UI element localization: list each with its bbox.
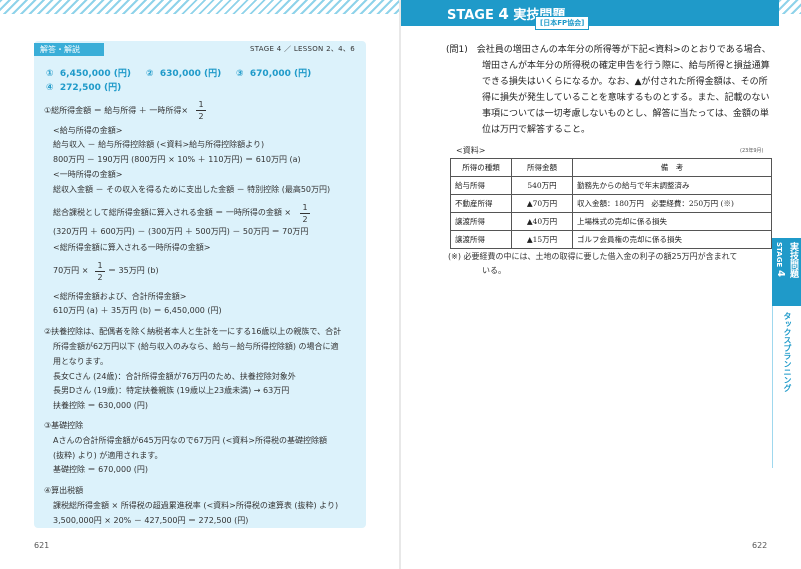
stage-prefix: STAGE: [447, 8, 494, 23]
line-basic-1: Aさんの合計所得金額が645万円なので67万円 (<資料>所得税の基礎控除額: [53, 436, 327, 445]
resource-label: <資料>: [456, 146, 486, 155]
answer-4-num: ④: [46, 83, 54, 93]
line-dependent-result: 扶養控除 ＝ 630,000 (円): [53, 401, 148, 410]
table-row: 譲渡所得 ▲40万円 上場株式の売却に係る損失: [450, 212, 772, 231]
answer-4: ④ 272,500 (円): [46, 80, 121, 93]
line-salary-calc: 800万円 － 190万円 (800万円 × 10% ＋ 110万円) ＝ 61…: [53, 155, 301, 164]
income-table: 所得の種類 所得金額 備 考 給与所得 540万円 勤務先からの給与で年末調整済…: [450, 158, 772, 249]
page-number-right: 622: [752, 541, 768, 550]
question-line-2: 増田さんが本年分の所得税の確定申告を行う際に、給与所得と損益通算: [482, 61, 770, 71]
line-son: 長男Dさん (19歳)：特定扶養親族 (19歳以上23歳未満) → 63万円: [53, 386, 290, 395]
table-cell: 給与所得: [450, 176, 512, 195]
line-tax-formula: 課税総所得金額 × 所得税の超過累進税率 (<資料>所得税の速算表 (抜粋) よ…: [53, 501, 339, 510]
line-basic-2: (抜粋) より) が適用されます。: [53, 451, 163, 460]
side-stage-prefix: STAGE: [775, 242, 783, 268]
side-chapter-title: タックスプランニング: [783, 312, 792, 392]
answer-1-value: 6,450,000 (円): [59, 69, 131, 79]
table-cell: 収入金額：180万円 必要経費：250万円 (※): [572, 194, 772, 213]
line-basic-heading: ③基礎控除: [44, 421, 84, 430]
answer-1: ① 6,450,000 (円): [46, 66, 131, 79]
table-cell: 譲渡所得: [450, 212, 512, 231]
table-header: 備 考: [572, 158, 772, 177]
line-dependent-3: 用となります。: [53, 357, 108, 366]
table-cell: ▲15万円: [511, 230, 573, 249]
side-tab-stage: STAGE 4 実技問題: [772, 238, 801, 306]
table-header: 所得の種類: [450, 158, 512, 177]
table-row: 給与所得 540万円 勤務先からの給与で年末調整済み: [450, 176, 772, 195]
stage-number: 4: [498, 5, 509, 23]
line-temp-heading: <一時所得の金額>: [53, 170, 123, 179]
lesson-reference: STAGE 4 ／ LESSON 2、4、6: [250, 45, 355, 53]
note-line-2: いる。: [482, 266, 506, 275]
table-header-row: 所得の種類 所得金額 備 考: [450, 158, 772, 177]
page-gutter: [399, 0, 401, 569]
answer-4-value: 272,500 (円): [59, 83, 122, 93]
line-temp-half-b: ＝ 35万円 (b): [108, 266, 159, 275]
page-number-left: 621: [34, 541, 50, 550]
line-comprehensive: 総合課税として総所得金額に算入される金額 ＝ 一時所得の金額 ×: [53, 208, 292, 217]
table-cell: 不動産所得: [450, 194, 512, 213]
fraction-den: 2: [97, 273, 103, 282]
org-tag: [日本FP協会]: [535, 16, 590, 30]
table-cell: ゴルフ会員権の売却に係る損失: [572, 230, 772, 249]
line-salary-heading: <給与所得の金額>: [53, 126, 123, 135]
fraction-num: 1: [97, 261, 103, 270]
table-row: 不動産所得 ▲70万円 収入金額：180万円 必要経費：250万円 (※): [450, 194, 772, 213]
table-cell: ▲70万円: [511, 194, 573, 213]
line-tax-calc: 3,500,000円 × 20% － 427,500円 ＝ 272,500 (円…: [53, 516, 249, 525]
table-cell: 勤務先からの給与で年末調整済み: [572, 176, 772, 195]
table-cell: ▲40万円: [511, 212, 573, 231]
line-dependent-2: 所得金額が62万円以下 (給与収入のみなら、給与－給与所得控除額) の場合に適: [53, 342, 339, 351]
fraction-num: 1: [198, 100, 204, 109]
answer-3-num: ③: [236, 69, 244, 79]
line-tax-heading: ④算出税額: [44, 486, 84, 495]
side-stage-number: 4: [775, 270, 786, 277]
line-total-income-formula: ①総所得金額 ＝ 給与所得 ＋ 一時所得×: [44, 106, 189, 115]
line-total-calc: 610万円 (a) ＋ 35万円 (b) ＝ 6,450,000 (円): [53, 306, 222, 315]
fraction-half-2: 1 2: [300, 203, 310, 224]
question-line-3: できる損失はいくらになるか。なお、▲が付された所得金額は、その所: [482, 77, 768, 87]
book-spread: 解答・解説 STAGE 4 ／ LESSON 2、4、6 ① 6,450,000…: [0, 0, 801, 569]
question-line-1: (問1) 会社員の増田さんの本年分の所得等が下記<資料>のとおりである場合、: [446, 45, 771, 55]
line-salary-formula: 給与収入 － 給与所得控除額 (<資料>給与所得控除額より): [53, 140, 265, 149]
line-dependent-1: ②扶養控除は、配偶者を除く納税者本人と生計を一にする16歳以上の親族で、合計: [44, 327, 342, 336]
line-daughter: 長女Cさん (24歳)：合計所得金額が76万円のため、扶養控除対象外: [53, 372, 296, 381]
question-line-4: 得に損失が発生していることを意味するものとする。また、記載のない: [482, 93, 770, 103]
answer-3: ③ 670,000 (円): [236, 66, 311, 79]
fraction-num: 1: [302, 203, 308, 212]
table-cell: 上場株式の売却に係る損失: [572, 212, 772, 231]
side-tab-chapter: タックスプランニング: [772, 306, 801, 468]
side-stage-title: 実技問題: [788, 242, 798, 278]
answer-tab-label: 解答・解説: [34, 43, 104, 56]
side-index-tab: STAGE 4 実技問題 タックスプランニング: [772, 238, 801, 468]
fraction-den: 2: [198, 112, 204, 121]
answer-2-num: ②: [146, 69, 154, 79]
note-line-1: (※) 必要経費の中には、土地の取得に要した借入金の利子の額25万円が含まれて: [448, 252, 738, 261]
answer-1-num: ①: [46, 69, 54, 79]
line-temp-included-heading: <総所得金額に算入される一時所得の金額>: [53, 243, 211, 252]
answer-2-value: 630,000 (円): [159, 69, 222, 79]
fraction-den: 2: [302, 215, 308, 224]
right-header-hatch: [779, 0, 801, 14]
line-basic-result: 基礎控除 ＝ 670,000 (円): [53, 465, 148, 474]
table-row: 譲渡所得 ▲15万円 ゴルフ会員権の売却に係る損失: [450, 230, 772, 249]
resource-date: (23年9月): [740, 148, 764, 154]
line-temp-formula: 総収入金額 － その収入を得るために支出した金額 － 特別控除 (最高50万円): [53, 185, 331, 194]
line-temp-half-a: 70万円 ×: [53, 266, 89, 275]
left-header-hatch: [0, 0, 401, 14]
table-header: 所得金額: [511, 158, 573, 177]
line-temp-calc: (320万円 ＋ 600万円) － (300万円 ＋ 500万円) － 50万円…: [53, 227, 309, 236]
line-total-heading: <総所得金額および、合計所得金額>: [53, 292, 187, 301]
table-cell: 540万円: [511, 176, 573, 195]
question-line-5: 事項については一切考慮しないものとし、解答に当たっては、金額の単: [482, 109, 769, 119]
answer-2: ② 630,000 (円): [146, 66, 221, 79]
fraction-half-3: 1 2: [95, 261, 105, 282]
answer-3-value: 670,000 (円): [249, 69, 312, 79]
table-cell: 譲渡所得: [450, 230, 512, 249]
fraction-half-1: 1 2: [196, 100, 206, 121]
question-line-6: 位は万円で解答すること。: [482, 125, 591, 135]
